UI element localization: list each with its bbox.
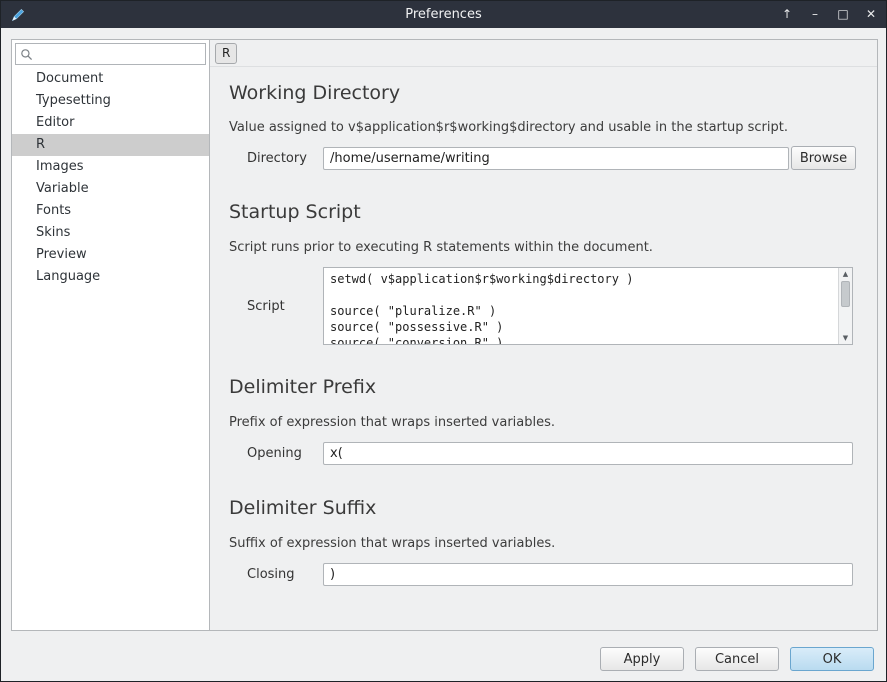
browse-button[interactable]: Browse <box>791 146 856 170</box>
script-editor: setwd( v$application$r$working$directory… <box>323 267 853 345</box>
sidebar-item-skins[interactable]: Skins <box>12 222 209 244</box>
preferences-window: Preferences ↑ – □ ✕ Document Typesetting… <box>0 0 887 682</box>
opening-input[interactable] <box>323 442 853 465</box>
opening-label: Opening <box>247 446 323 461</box>
startup-script-heading: Startup Script <box>229 201 361 223</box>
close-icon[interactable]: ✕ <box>865 1 877 28</box>
sidebar-item-variable[interactable]: Variable <box>12 178 209 200</box>
scroll-up-icon[interactable]: ▲ <box>839 268 852 280</box>
search-box <box>15 43 206 65</box>
sidebar-item-images[interactable]: Images <box>12 156 209 178</box>
script-row: Script setwd( v$application$r$working$di… <box>247 267 853 345</box>
script-scrollbar[interactable]: ▲ ▼ <box>838 268 852 344</box>
breadcrumb-r-tab[interactable]: R <box>215 43 237 64</box>
delimiter-suffix-description: Suffix of expression that wraps inserted… <box>229 536 555 551</box>
script-textarea[interactable]: setwd( v$application$r$working$directory… <box>324 268 838 344</box>
sidebar-item-preview[interactable]: Preview <box>12 244 209 266</box>
ok-button[interactable]: OK <box>790 647 874 671</box>
script-label: Script <box>247 299 323 314</box>
closing-input[interactable] <box>323 563 853 586</box>
settings-pane: R Working Directory Value assigned to v$… <box>210 40 877 630</box>
search-icon <box>20 48 33 61</box>
app-pencil-icon <box>10 7 26 23</box>
search-input[interactable] <box>37 47 201 61</box>
sidebar-item-fonts[interactable]: Fonts <box>12 200 209 222</box>
closing-row: Closing <box>247 563 853 586</box>
dialog-footer: Apply Cancel OK <box>600 647 874 671</box>
delimiter-suffix-heading: Delimiter Suffix <box>229 497 376 519</box>
sidebar: Document Typesetting Editor R Images Var… <box>12 40 210 630</box>
closing-label: Closing <box>247 567 323 582</box>
working-directory-heading: Working Directory <box>229 82 400 104</box>
window-controls: ↑ – □ ✕ <box>781 1 877 28</box>
scroll-thumb[interactable] <box>841 281 850 307</box>
opening-row: Opening <box>247 442 853 465</box>
titlebar[interactable]: Preferences ↑ – □ ✕ <box>1 1 886 28</box>
sidebar-nav: Document Typesetting Editor R Images Var… <box>12 68 209 288</box>
content-frame: Document Typesetting Editor R Images Var… <box>11 39 878 631</box>
maximize-icon[interactable]: □ <box>837 1 849 28</box>
sidebar-item-document[interactable]: Document <box>12 68 209 90</box>
sidebar-item-language[interactable]: Language <box>12 266 209 288</box>
directory-label: Directory <box>247 151 323 166</box>
sidebar-item-typesetting[interactable]: Typesetting <box>12 90 209 112</box>
scroll-down-icon[interactable]: ▼ <box>839 332 852 344</box>
sidebar-item-r[interactable]: R <box>12 134 209 156</box>
delimiter-prefix-heading: Delimiter Prefix <box>229 376 376 398</box>
cancel-button[interactable]: Cancel <box>695 647 779 671</box>
window-title: Preferences <box>1 7 886 22</box>
directory-row: Directory Browse <box>247 146 856 170</box>
working-directory-description: Value assigned to v$application$r$workin… <box>229 120 788 135</box>
sidebar-item-editor[interactable]: Editor <box>12 112 209 134</box>
apply-button[interactable]: Apply <box>600 647 684 671</box>
pane-header: R <box>210 40 877 67</box>
directory-input[interactable] <box>323 147 789 170</box>
startup-script-description: Script runs prior to executing R stateme… <box>229 240 653 255</box>
delimiter-prefix-description: Prefix of expression that wraps inserted… <box>229 415 555 430</box>
minimize-icon[interactable]: – <box>809 1 821 28</box>
keep-above-icon[interactable]: ↑ <box>781 1 793 28</box>
